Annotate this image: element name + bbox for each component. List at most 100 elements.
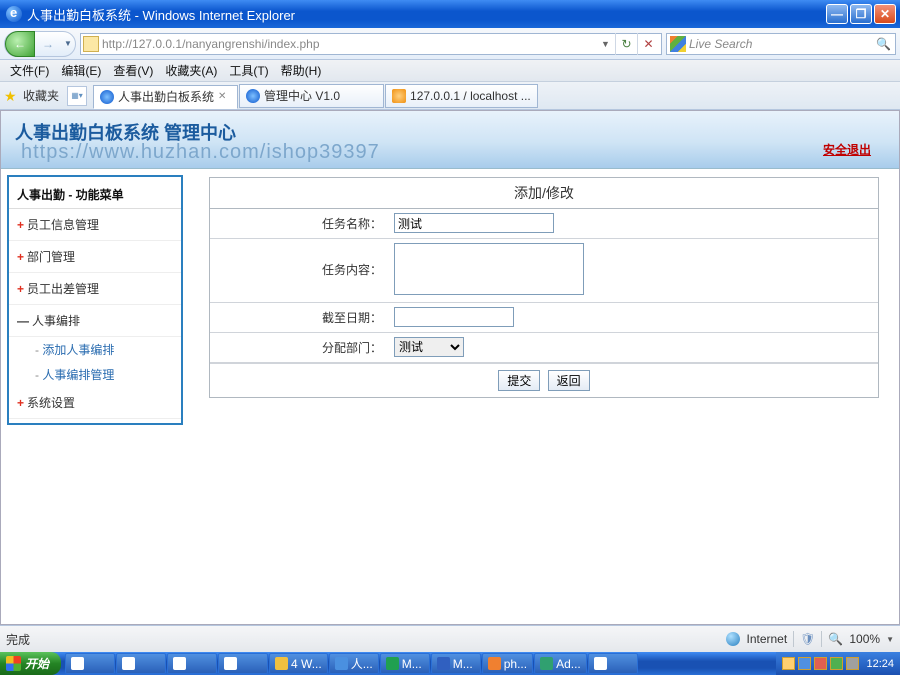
refresh-button[interactable]: ↻: [615, 33, 637, 55]
tray-icon[interactable]: [782, 657, 795, 670]
tray-icon[interactable]: [798, 657, 811, 670]
tray-icon[interactable]: [846, 657, 859, 670]
search-go-icon[interactable]: 🔍: [876, 37, 892, 51]
tray-icon[interactable]: [814, 657, 827, 670]
task-name-label: 任务名称：: [210, 209, 390, 238]
forward-button[interactable]: →: [35, 31, 61, 57]
menu-help[interactable]: 帮助(H): [275, 60, 328, 81]
page-viewport: 人事出勤白板系统 管理中心 https://www.huzhan.com/ish…: [0, 110, 900, 625]
sidebar-item-label: 部门管理: [27, 250, 75, 264]
task-content-textarea[interactable]: [394, 243, 584, 295]
protected-mode-icon[interactable]: 🛡: [800, 632, 815, 646]
window-title: 人事出勤白板系统 - Windows Internet Explorer: [27, 5, 295, 24]
close-button[interactable]: ✕: [874, 4, 896, 24]
back-button[interactable]: 返回: [548, 370, 590, 391]
tab-admin-center[interactable]: 管理中心 V1.0: [239, 84, 384, 108]
favorites-star-icon[interactable]: ★: [4, 88, 20, 104]
url-text: http://127.0.0.1/nanyangrenshi/index.php: [102, 37, 601, 51]
ie-icon: [335, 657, 348, 670]
address-bar[interactable]: http://127.0.0.1/nanyangrenshi/index.php…: [80, 33, 662, 55]
search-box[interactable]: Live Search 🔍: [666, 33, 896, 55]
clock[interactable]: 12:24: [866, 658, 894, 670]
taskbar-item[interactable]: Ad...: [534, 653, 587, 674]
window-titlebar: 人事出勤白板系统 - Windows Internet Explorer — ❐…: [0, 0, 900, 28]
page-icon: [83, 36, 99, 52]
search-provider-icon: [670, 36, 686, 52]
logout-link[interactable]: 安全退出: [823, 141, 871, 158]
sidebar-item-label: 员工出差管理: [27, 282, 99, 296]
menu-edit[interactable]: 编辑(E): [55, 60, 107, 81]
deadline-input[interactable]: [394, 307, 514, 327]
back-button[interactable]: ←: [5, 31, 35, 57]
tab-localhost[interactable]: 127.0.0.1 / localhost ...: [385, 84, 538, 108]
windows-taskbar: 开始 4 W... 人... M... M... ph... Ad... 12:…: [0, 652, 900, 675]
taskbar-item[interactable]: [588, 653, 638, 674]
internet-zone-icon: [726, 632, 740, 646]
taskbar-item[interactable]: [167, 653, 217, 674]
form-title: 添加/修改: [210, 178, 878, 209]
taskbar-label: 4 W...: [291, 657, 322, 671]
start-label: 开始: [25, 655, 49, 672]
taskbar-item[interactable]: ph...: [482, 653, 533, 674]
taskbar-item[interactable]: M...: [380, 653, 430, 674]
dreamweaver-icon: [540, 657, 553, 670]
tab-close-icon[interactable]: ✕: [218, 91, 230, 102]
word-icon: [437, 657, 450, 670]
sidebar-item-travel[interactable]: +员工出差管理: [9, 273, 181, 305]
taskbar-item[interactable]: [116, 653, 166, 674]
minimize-button[interactable]: —: [826, 4, 848, 24]
main-content: 添加/修改 任务名称： 任务内容： 截至日期： 分配部门： 测试: [189, 169, 899, 624]
tab-attendance[interactable]: 人事出勤白板系统 ✕: [93, 85, 238, 109]
app-icon: [122, 657, 135, 670]
favorites-label[interactable]: 收藏夹: [23, 87, 59, 104]
taskbar-item[interactable]: [218, 653, 268, 674]
menu-file[interactable]: 文件(F): [4, 60, 55, 81]
task-name-input[interactable]: [394, 213, 554, 233]
sidebar-item-settings[interactable]: +系统设置: [9, 387, 181, 419]
browser-menubar: 文件(F) 编辑(E) 查看(V) 收藏夹(A) 工具(T) 帮助(H): [0, 60, 900, 82]
maximize-button[interactable]: ❐: [850, 4, 872, 24]
sidebar-item-label: 人事编排: [32, 314, 80, 328]
zoom-icon[interactable]: 🔍: [828, 632, 843, 646]
zoom-dropdown-icon[interactable]: ▼: [886, 635, 894, 644]
status-separator: [793, 631, 794, 647]
tab-label: 人事出勤白板系统: [118, 88, 214, 105]
submit-button[interactable]: 提交: [498, 370, 540, 391]
taskbar-buttons: 4 W... 人... M... M... ph... Ad...: [65, 652, 638, 675]
sidebar-sub-add-schedule[interactable]: 添加人事编排: [9, 337, 181, 362]
taskbar-item[interactable]: [65, 653, 115, 674]
nav-history-dropdown[interactable]: ▼: [61, 39, 75, 48]
wamp-icon: [392, 89, 406, 103]
menu-favorites[interactable]: 收藏夹(A): [159, 60, 223, 81]
system-tray: 12:24: [776, 652, 900, 675]
menu-tools[interactable]: 工具(T): [223, 60, 274, 81]
taskbar-item[interactable]: 人...: [329, 653, 379, 674]
address-dropdown-icon[interactable]: ▼: [601, 39, 615, 49]
start-button[interactable]: 开始: [0, 652, 61, 675]
sidebar-title: 人事出勤 - 功能菜单: [9, 181, 181, 209]
sidebar: 人事出勤 - 功能菜单 +员工信息管理 +部门管理 +员工出差管理 —人事编排 …: [1, 169, 189, 624]
stop-button[interactable]: ✕: [637, 33, 659, 55]
taskbar-label: M...: [402, 657, 422, 671]
app-icon: [173, 657, 186, 670]
status-text: 完成: [6, 631, 30, 648]
menu-view[interactable]: 查看(V): [107, 60, 159, 81]
watermark-text: https://www.huzhan.com/ishop39397: [21, 141, 380, 164]
department-select[interactable]: 测试: [394, 337, 464, 357]
sidebar-item-employee-info[interactable]: +员工信息管理: [9, 209, 181, 241]
tray-icon[interactable]: [830, 657, 843, 670]
zoom-label[interactable]: 100%: [849, 632, 880, 646]
sidebar-sub-manage-schedule[interactable]: 人事编排管理: [9, 362, 181, 387]
taskbar-item[interactable]: M...: [431, 653, 481, 674]
sidebar-item-label: 员工信息管理: [27, 218, 99, 232]
taskbar-item[interactable]: 4 W...: [269, 653, 328, 674]
taskbar-label: M...: [453, 657, 473, 671]
sidebar-item-department[interactable]: +部门管理: [9, 241, 181, 273]
quicktab-button[interactable]: ▦▾: [67, 86, 87, 106]
tab-label: 127.0.0.1 / localhost ...: [410, 89, 531, 103]
ie-page-icon: [246, 89, 260, 103]
sidebar-item-scheduling[interactable]: —人事编排: [9, 305, 181, 337]
taskbar-label: 人...: [351, 655, 373, 672]
department-label: 分配部门：: [210, 333, 390, 362]
browser-tabbar: ★ 收藏夹 ▦▾ 人事出勤白板系统 ✕ 管理中心 V1.0 127.0.0.1 …: [0, 82, 900, 110]
